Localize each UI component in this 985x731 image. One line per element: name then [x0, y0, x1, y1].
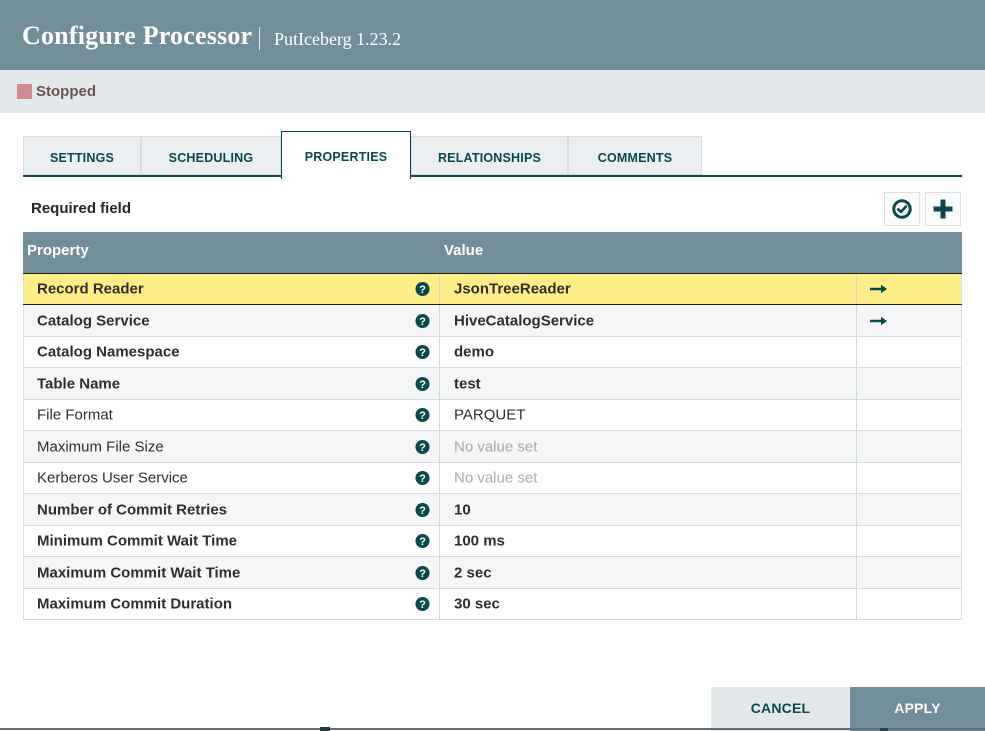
svg-text:?: ? — [419, 284, 426, 296]
svg-text:?: ? — [419, 473, 426, 485]
svg-text:?: ? — [419, 410, 426, 422]
svg-text:?: ? — [419, 599, 426, 611]
svg-text:?: ? — [419, 347, 426, 359]
svg-text:?: ? — [419, 536, 426, 548]
svg-text:?: ? — [419, 441, 426, 453]
svg-text:?: ? — [419, 567, 426, 579]
svg-text:?: ? — [419, 315, 426, 327]
svg-text:?: ? — [419, 504, 426, 516]
svg-text:?: ? — [419, 378, 426, 390]
